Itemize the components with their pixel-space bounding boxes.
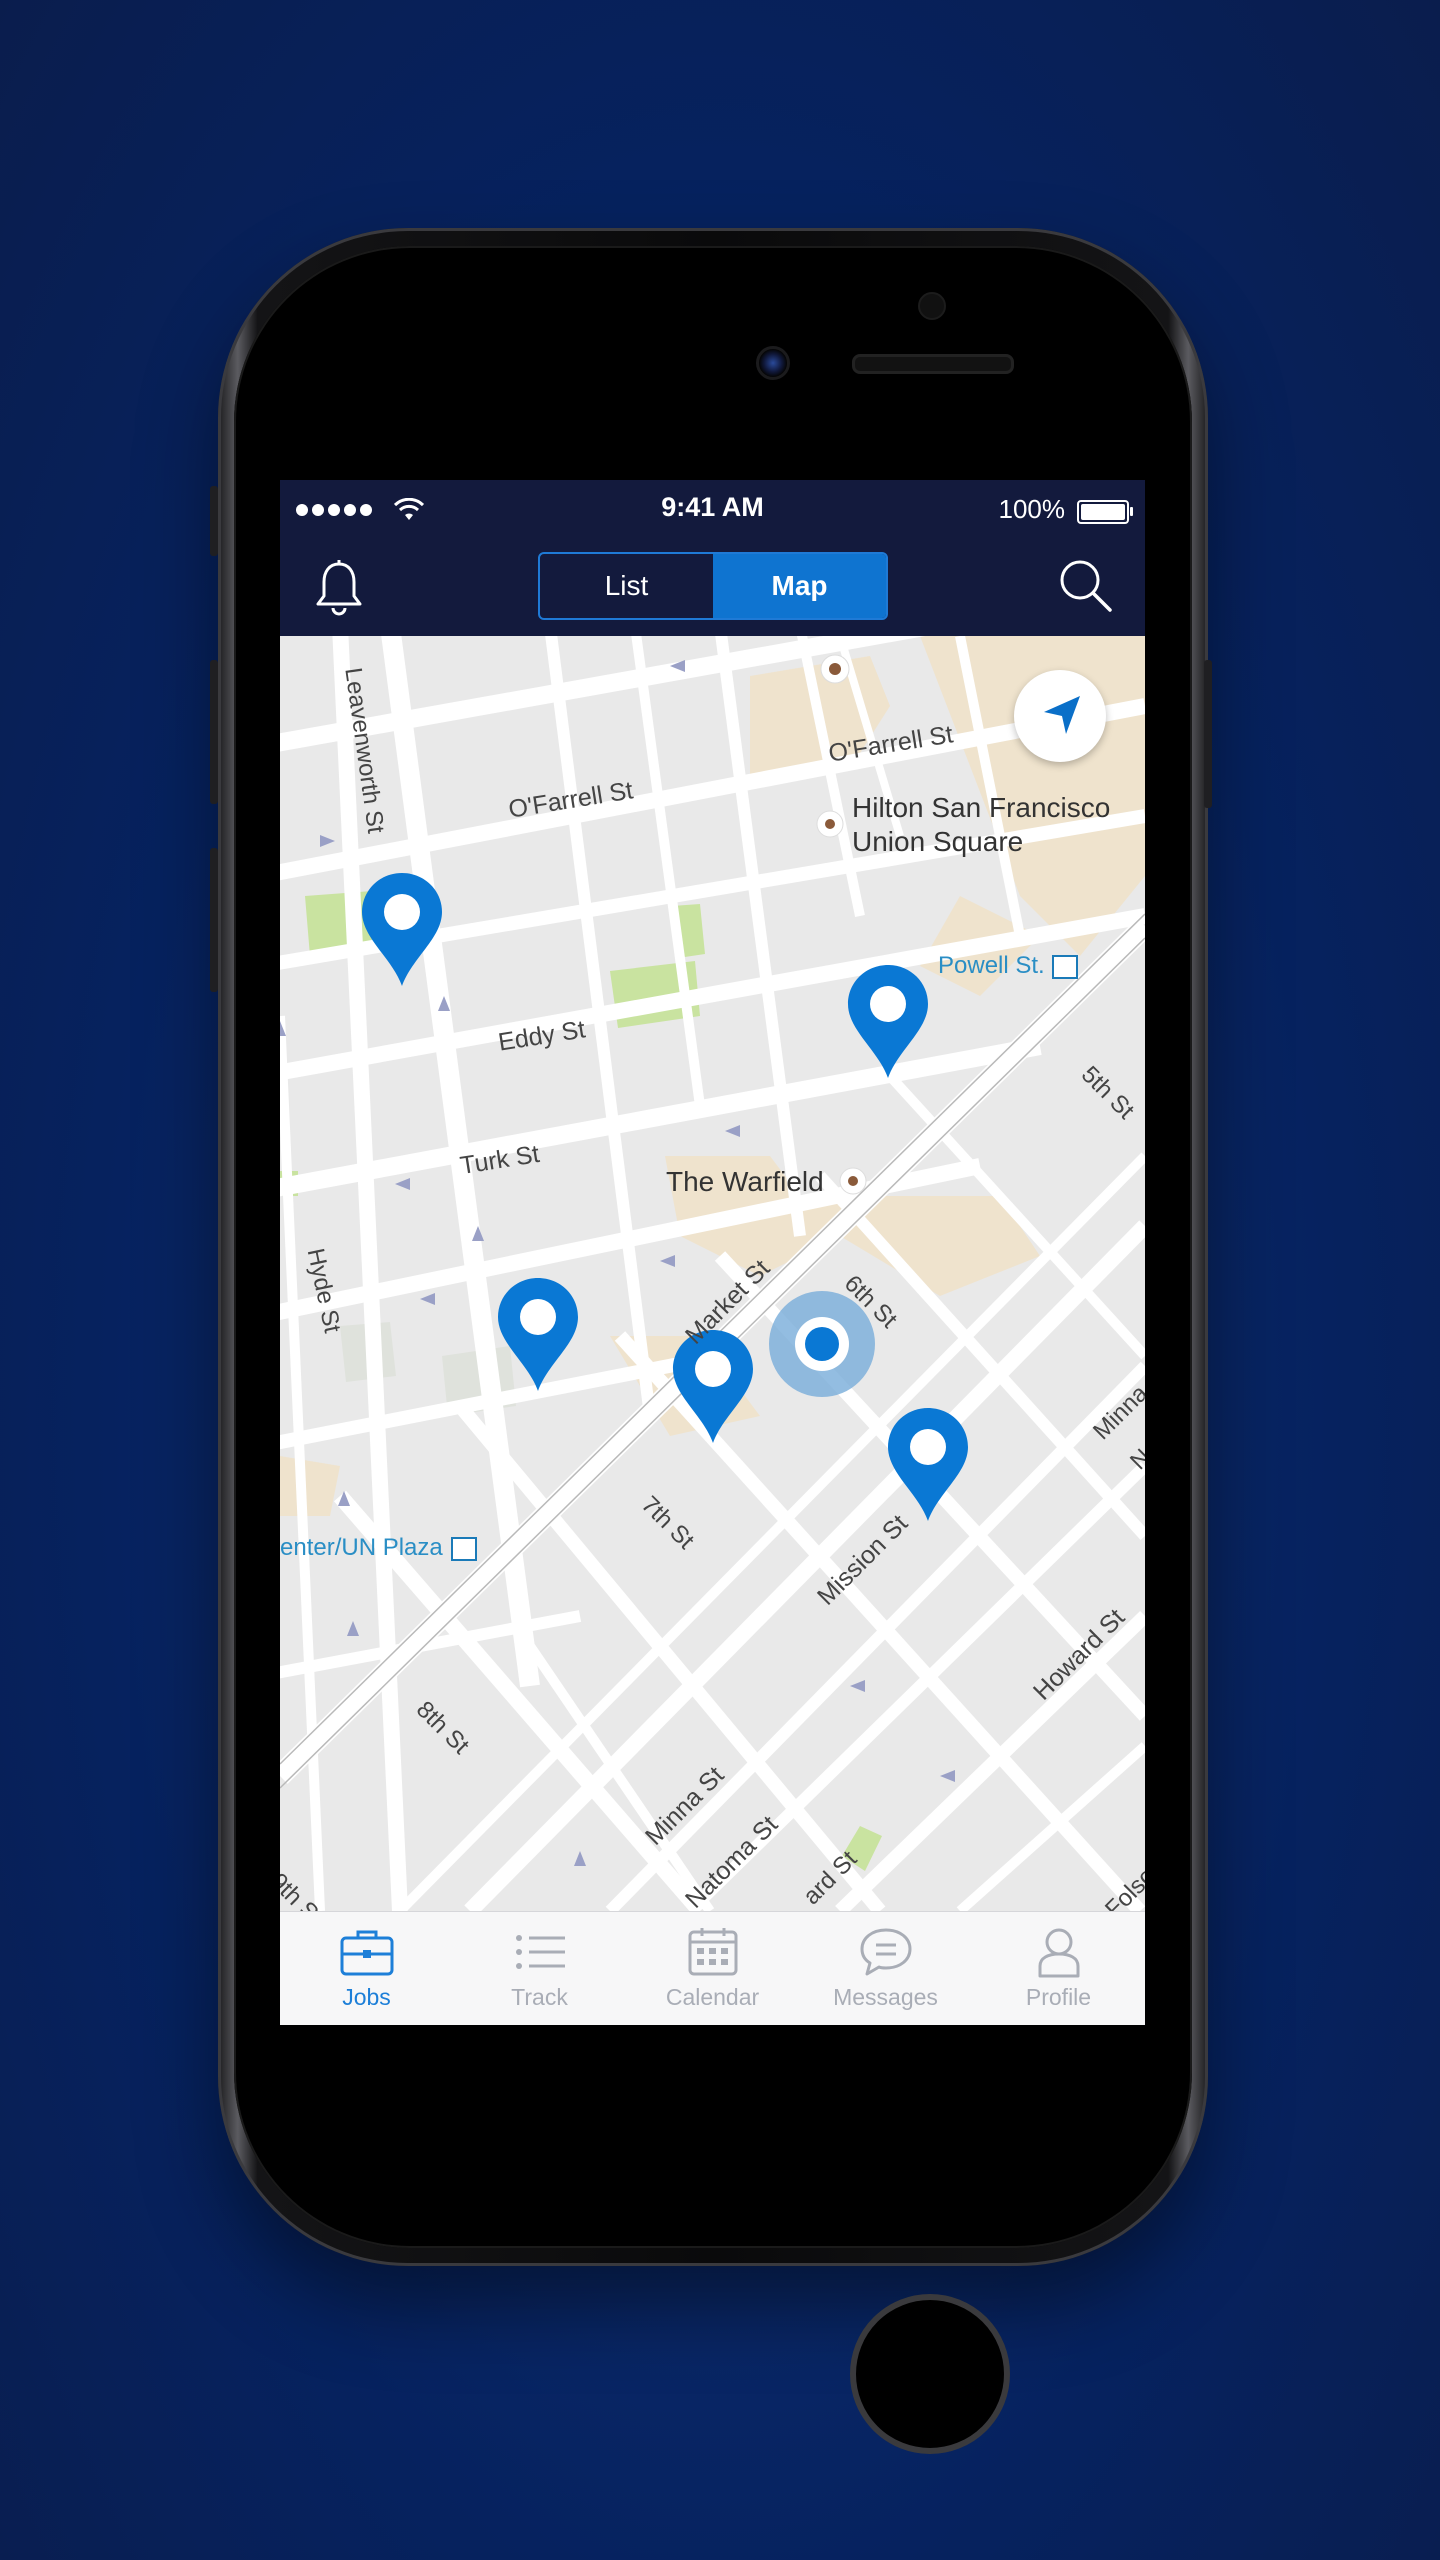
tab-label: Profile bbox=[1025, 1984, 1092, 2010]
tab-profile[interactable]: Profile bbox=[972, 1912, 1145, 2025]
tab-messages[interactable]: Messages bbox=[799, 1912, 972, 2025]
battery-percent: 100% bbox=[998, 494, 1066, 524]
place-label-hotel: Hilton San Francisco bbox=[852, 792, 1111, 823]
tab-track[interactable]: Track bbox=[453, 1912, 626, 2025]
top-navigation-bar: List Map bbox=[280, 538, 1145, 636]
tab-label: Track bbox=[511, 1984, 568, 2010]
segment-map[interactable]: Map bbox=[713, 554, 886, 618]
chat-bubble-icon bbox=[860, 1928, 911, 1976]
place-label-hotel: Union Square bbox=[852, 826, 1024, 857]
volume-up-button bbox=[210, 660, 218, 804]
bottom-tab-bar: Jobs Track Calendar Messages Profile bbox=[280, 1911, 1145, 2025]
tab-label: Jobs bbox=[342, 1984, 391, 2010]
place-label-theater: The Warfield bbox=[666, 1166, 824, 1197]
current-location-dot bbox=[805, 1327, 839, 1361]
app-screen: 9:41 AM 100% List Map Leavenworth St O'F… bbox=[280, 480, 1145, 2025]
battery-icon bbox=[1077, 500, 1133, 524]
briefcase-icon bbox=[340, 1930, 393, 1976]
bell-icon[interactable] bbox=[314, 558, 364, 616]
list-icon bbox=[515, 1935, 565, 1969]
tab-label: Messages bbox=[833, 1984, 938, 2010]
transit-label: Powell St. bbox=[938, 952, 1045, 979]
mute-switch bbox=[210, 486, 218, 556]
earpiece-speaker bbox=[852, 354, 1014, 374]
calendar-icon bbox=[688, 1928, 737, 1976]
segment-list[interactable]: List bbox=[540, 554, 713, 618]
proximity-sensor bbox=[918, 292, 946, 320]
tab-label: Calendar bbox=[665, 1984, 760, 2010]
front-camera bbox=[756, 346, 790, 380]
home-button[interactable] bbox=[850, 2294, 1010, 2454]
person-icon bbox=[1038, 1928, 1079, 1978]
list-map-toggle[interactable]: List Map bbox=[538, 552, 888, 620]
search-icon[interactable] bbox=[1058, 558, 1114, 614]
map-view[interactable]: Leavenworth St O'Farrell St O'Farrell St… bbox=[280, 636, 1145, 1911]
status-bar: 9:41 AM 100% bbox=[280, 480, 1145, 538]
locate-me-button[interactable] bbox=[1014, 670, 1106, 762]
power-button bbox=[1204, 660, 1212, 808]
tab-jobs[interactable]: Jobs bbox=[280, 1912, 453, 2025]
tab-calendar[interactable]: Calendar bbox=[626, 1912, 799, 2025]
volume-down-button bbox=[210, 848, 218, 992]
navigation-arrow-icon bbox=[1044, 696, 1080, 734]
transit-label: enter/UN Plaza bbox=[280, 1534, 443, 1561]
